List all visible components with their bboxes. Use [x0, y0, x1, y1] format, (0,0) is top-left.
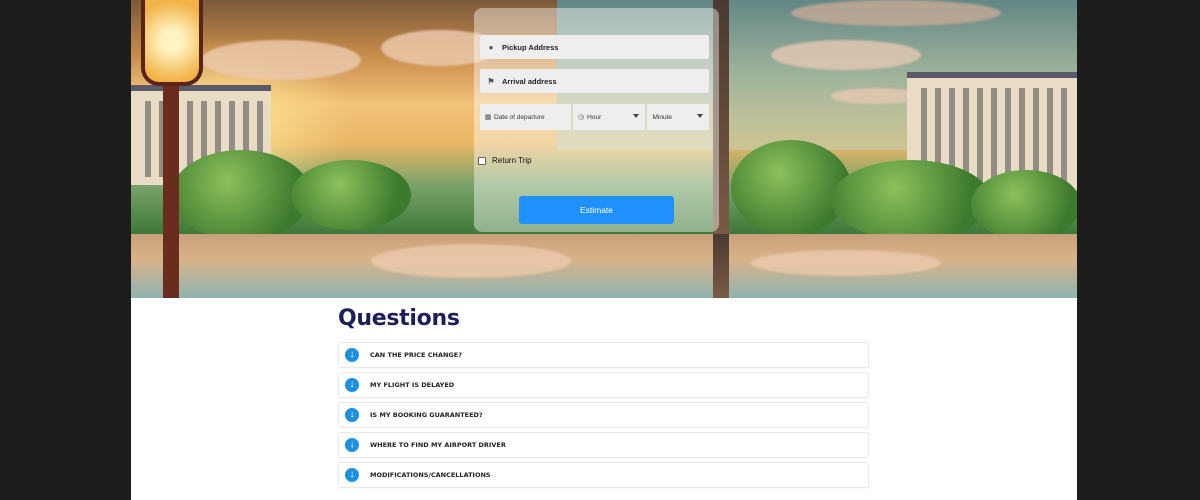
date-of-departure-field[interactable]: ▦ Date of departure: [480, 104, 572, 130]
return-trip-option: Return Trip: [478, 156, 532, 165]
faq-question: CAN THE PRICE CHANGE?: [370, 351, 462, 359]
cloud: [791, 0, 1001, 26]
page-container: ● Pickup Address ⚑ Arrival address ▦ Dat…: [131, 0, 1077, 500]
hour-select[interactable]: ◷ Hour: [573, 104, 645, 130]
arrival-address-placeholder: Arrival address: [502, 76, 557, 86]
pickup-address-placeholder: Pickup Address: [502, 42, 559, 52]
tree: [291, 160, 411, 230]
chevron-down-icon: [632, 114, 639, 118]
tree: [971, 170, 1077, 240]
arrow-down-icon: ↓: [345, 468, 359, 482]
cloud: [371, 244, 571, 278]
pickup-address-field[interactable]: ● Pickup Address: [480, 35, 709, 59]
hero-bottom-strip: [131, 234, 1077, 298]
minute-select-value: Minute: [652, 113, 673, 121]
date-placeholder: Date of departure: [494, 113, 545, 121]
street-lamp: [141, 0, 203, 86]
cloud: [771, 40, 921, 70]
arrow-down-icon: ↓: [345, 348, 359, 362]
faq-question: WHERE TO FIND MY AIRPORT DRIVER: [370, 441, 506, 449]
faq-item[interactable]: ↓ MODIFICATIONS/CANCELLATIONS: [338, 462, 869, 488]
street-lamp-post: [163, 234, 179, 298]
cloud: [201, 40, 361, 80]
faq-list: ↓ CAN THE PRICE CHANGE? ↓ MY FLIGHT IS D…: [338, 342, 869, 492]
map-pin-icon: ●: [488, 42, 494, 52]
faq-item[interactable]: ↓ IS MY BOOKING GUARANTEED?: [338, 402, 869, 428]
tree: [171, 150, 311, 240]
faq-item[interactable]: ↓ CAN THE PRICE CHANGE?: [338, 342, 869, 368]
booking-form: ● Pickup Address ⚑ Arrival address ▦ Dat…: [474, 8, 719, 232]
estimate-button[interactable]: Estimate: [519, 196, 674, 224]
clock-icon: ◷: [578, 114, 585, 121]
arrow-down-icon: ↓: [345, 408, 359, 422]
faq-question: IS MY BOOKING GUARANTEED?: [370, 411, 483, 419]
arrow-down-icon: ↓: [345, 378, 359, 392]
flag-icon: ⚑: [487, 76, 495, 86]
return-trip-checkbox[interactable]: [478, 156, 486, 165]
faq-item[interactable]: ↓ WHERE TO FIND MY AIRPORT DRIVER: [338, 432, 869, 458]
minute-select[interactable]: Minute: [646, 104, 709, 130]
tree: [731, 140, 851, 235]
calendar-icon: ▦: [484, 114, 492, 121]
tree: [831, 160, 991, 240]
questions-title: Questions: [338, 306, 460, 331]
chevron-down-icon: [697, 114, 703, 118]
return-trip-label: Return Trip: [492, 156, 532, 165]
faq-question: MODIFICATIONS/CANCELLATIONS: [370, 471, 491, 479]
faq-item[interactable]: ↓ MY FLIGHT IS DELAYED: [338, 372, 869, 398]
departure-time-row: ▦ Date of departure ◷ Hour Minute: [480, 104, 709, 130]
faq-question: MY FLIGHT IS DELAYED: [370, 381, 455, 389]
cloud: [751, 250, 941, 276]
eiffel-tower: [713, 234, 729, 298]
hour-select-value: Hour: [587, 113, 602, 121]
arrival-address-field[interactable]: ⚑ Arrival address: [480, 69, 709, 93]
arrow-down-icon: ↓: [345, 438, 359, 452]
